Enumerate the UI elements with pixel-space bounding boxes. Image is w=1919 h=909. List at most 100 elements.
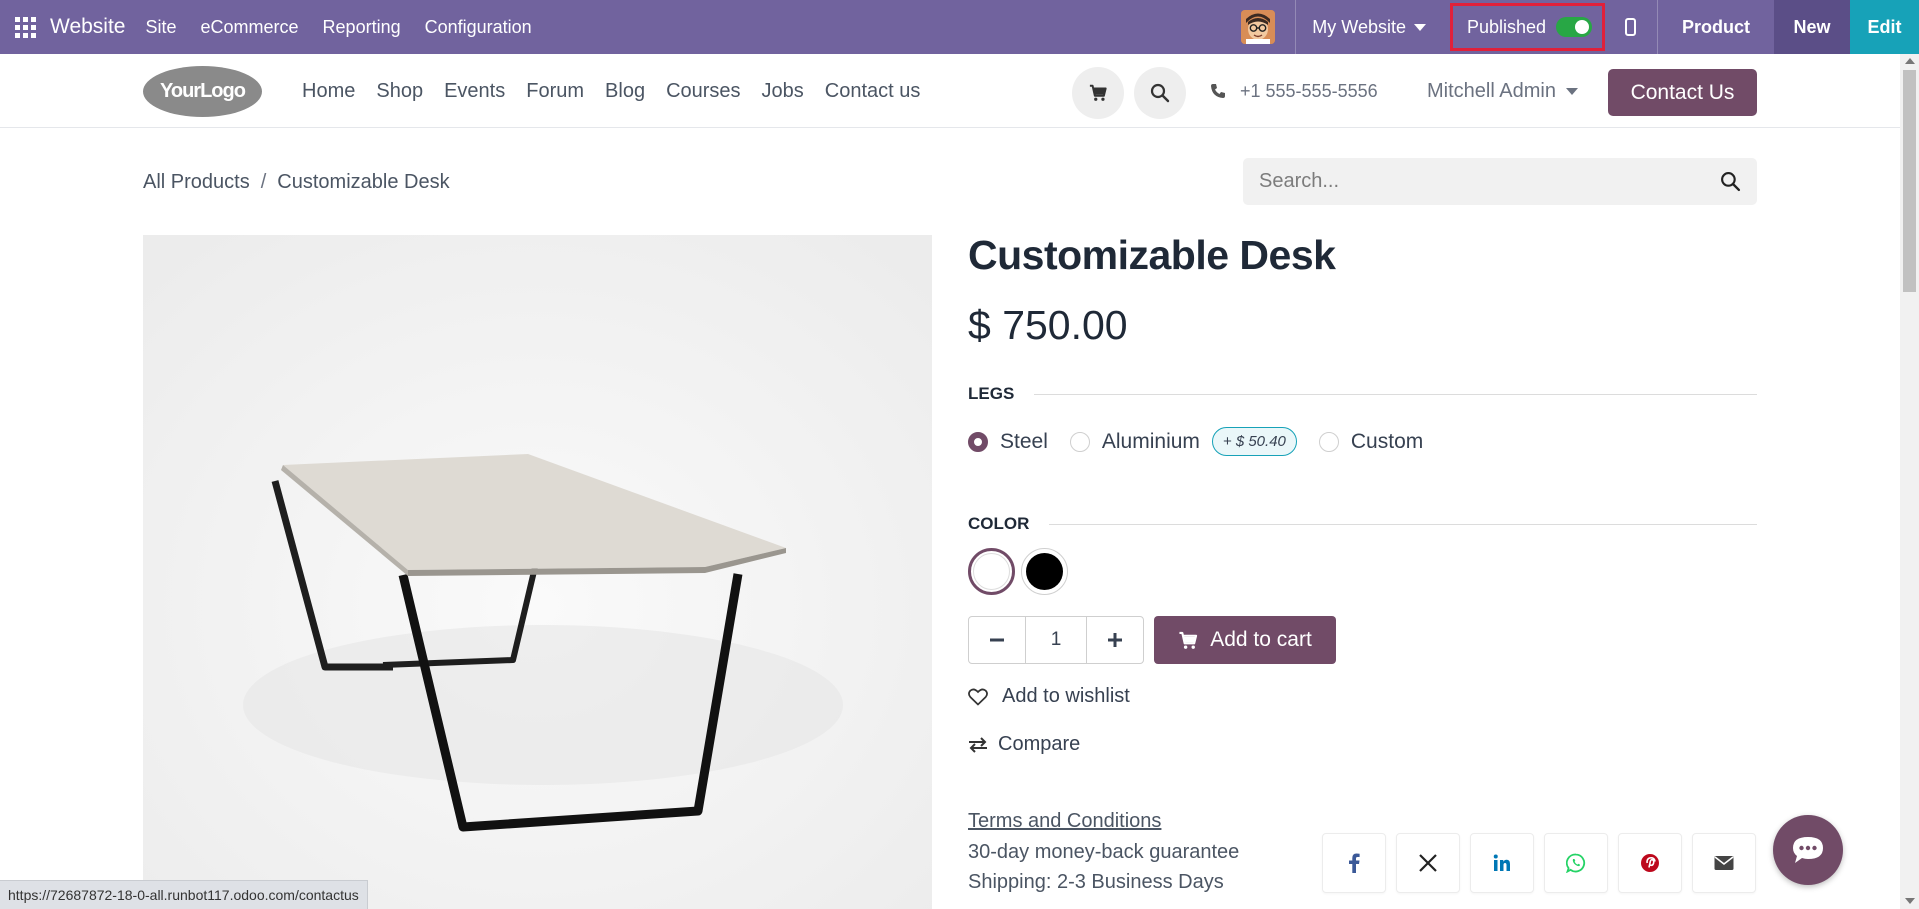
nav-contact-us[interactable]: Contact us xyxy=(825,80,921,103)
menu-reporting[interactable]: Reporting xyxy=(323,17,401,38)
nav-shop[interactable]: Shop xyxy=(376,80,423,103)
scroll-down-arrow-icon[interactable] xyxy=(1905,898,1915,904)
website-header: YourLogo Home Shop Events Forum Blog Cou… xyxy=(0,54,1900,128)
whatsapp-icon xyxy=(1566,853,1586,873)
decrease-quantity-button[interactable] xyxy=(969,617,1025,663)
add-to-wishlist-link[interactable]: Add to wishlist xyxy=(968,685,1130,708)
radio-unchecked-icon[interactable] xyxy=(1069,431,1090,452)
scrollbar-thumb[interactable] xyxy=(1903,70,1916,292)
cart-icon xyxy=(1089,84,1107,101)
divider xyxy=(1034,393,1757,395)
header-phone[interactable]: +1 555-555-5556 xyxy=(1210,54,1378,128)
contact-us-button[interactable]: Contact Us xyxy=(1608,69,1757,116)
nav-events[interactable]: Events xyxy=(444,80,505,103)
price-extra-badge: + $ 50.40 xyxy=(1211,427,1297,456)
email-icon xyxy=(1714,856,1734,870)
mobile-preview-button[interactable] xyxy=(1605,0,1657,54)
increase-quantity-button[interactable] xyxy=(1087,617,1143,663)
product-price: $ 750.00 xyxy=(968,302,1128,348)
radio-checked-icon[interactable] xyxy=(968,431,988,452)
app-brand[interactable]: Website xyxy=(50,15,125,39)
website-switcher[interactable]: My Website xyxy=(1296,0,1442,54)
option-label: Steel xyxy=(1000,429,1048,453)
quantity-input[interactable]: 1 xyxy=(1025,617,1087,663)
swatch-dot xyxy=(973,553,1010,590)
phone-icon xyxy=(1211,84,1225,98)
apps-grid-icon xyxy=(14,16,36,38)
website-switcher-label: My Website xyxy=(1312,16,1406,37)
option-label: Aluminium xyxy=(1101,429,1200,453)
terms-and-conditions-link[interactable]: Terms and Conditions xyxy=(968,810,1161,833)
share-linkedin-button[interactable] xyxy=(1470,833,1534,893)
x-icon xyxy=(1419,854,1437,872)
swatch-dot xyxy=(1026,553,1063,590)
attribute-color-label: COLOR xyxy=(968,514,1757,534)
exchange-icon xyxy=(969,736,987,753)
attribute-legs-label: LEGS xyxy=(968,384,1757,404)
toggle-switch-icon[interactable] xyxy=(1556,17,1593,37)
legs-option-custom[interactable]: Custom xyxy=(1318,430,1423,454)
live-chat-button[interactable] xyxy=(1773,815,1843,885)
nav-blog[interactable]: Blog xyxy=(605,80,645,103)
breadcrumb: All Products / Customizable Desk xyxy=(143,171,450,194)
admin-navbar: Website Site eCommerce Reporting Configu… xyxy=(0,0,1919,54)
share-facebook-button[interactable] xyxy=(1322,833,1386,893)
product-search xyxy=(1243,158,1757,205)
site-logo[interactable]: YourLogo xyxy=(143,66,262,117)
color-label: COLOR xyxy=(968,514,1030,533)
published-toggle[interactable]: Published xyxy=(1449,3,1605,51)
chat-bubble-icon xyxy=(1793,837,1823,863)
linkedin-icon xyxy=(1493,854,1510,871)
header-search-button[interactable] xyxy=(1134,67,1186,119)
share-x-button[interactable] xyxy=(1396,833,1460,893)
product-image[interactable] xyxy=(143,235,932,909)
minus-icon xyxy=(990,638,1004,642)
product-title: Customizable Desk xyxy=(968,232,1336,278)
avatar-face-icon xyxy=(1241,10,1276,44)
legs-options: Steel Aluminium + $ 50.40 Custom xyxy=(968,427,1445,456)
color-swatch-black[interactable] xyxy=(1021,548,1068,595)
breadcrumb-separator: / xyxy=(260,171,267,193)
nav-forum[interactable]: Forum xyxy=(526,80,584,103)
nav-courses[interactable]: Courses xyxy=(666,80,740,103)
guarantee-text: 30-day money-back guarantee xyxy=(968,841,1240,863)
search-icon xyxy=(1150,83,1170,103)
search-icon[interactable] xyxy=(1720,171,1741,192)
plus-icon xyxy=(1108,633,1122,647)
add-to-cart-label: Add to cart xyxy=(1210,628,1312,651)
legs-option-aluminium[interactable]: Aluminium + $ 50.40 xyxy=(1069,427,1297,456)
quantity-stepper: 1 xyxy=(968,616,1144,664)
share-email-button[interactable] xyxy=(1692,833,1756,893)
wishlist-label: Add to wishlist xyxy=(1002,685,1130,707)
cart-icon xyxy=(1179,631,1198,649)
product-button[interactable]: Product xyxy=(1658,0,1774,54)
radio-unchecked-icon[interactable] xyxy=(1318,431,1339,452)
share-pinterest-button[interactable] xyxy=(1618,833,1682,893)
breadcrumb-all-products[interactable]: All Products xyxy=(143,171,250,194)
user-menu[interactable]: Mitchell Admin xyxy=(1427,54,1578,128)
compare-link[interactable]: Compare xyxy=(968,733,1080,756)
divider xyxy=(1049,523,1757,525)
cart-button[interactable] xyxy=(1072,67,1124,119)
menu-ecommerce[interactable]: eCommerce xyxy=(201,17,299,38)
legs-option-steel[interactable]: Steel xyxy=(968,430,1048,454)
color-swatch-white[interactable] xyxy=(968,548,1015,595)
edit-button[interactable]: Edit xyxy=(1850,0,1919,54)
breadcrumb-current: Customizable Desk xyxy=(277,171,450,193)
mobile-phone-icon xyxy=(1625,18,1637,36)
apps-menu-button[interactable] xyxy=(0,0,50,54)
user-avatar[interactable] xyxy=(1241,10,1276,44)
social-share-buttons xyxy=(1322,833,1756,893)
add-to-cart-button[interactable]: Add to cart xyxy=(1154,616,1336,664)
heart-icon xyxy=(968,688,988,706)
chevron-down-icon xyxy=(1413,23,1426,31)
nav-home[interactable]: Home xyxy=(302,80,355,103)
share-whatsapp-button[interactable] xyxy=(1544,833,1608,893)
nav-jobs[interactable]: Jobs xyxy=(762,80,804,103)
new-button[interactable]: New xyxy=(1774,0,1850,54)
scroll-up-arrow-icon[interactable] xyxy=(1905,58,1915,64)
menu-configuration[interactable]: Configuration xyxy=(425,17,532,38)
menu-site[interactable]: Site xyxy=(145,17,176,38)
published-label: Published xyxy=(1466,16,1547,37)
search-input[interactable] xyxy=(1259,170,1720,193)
